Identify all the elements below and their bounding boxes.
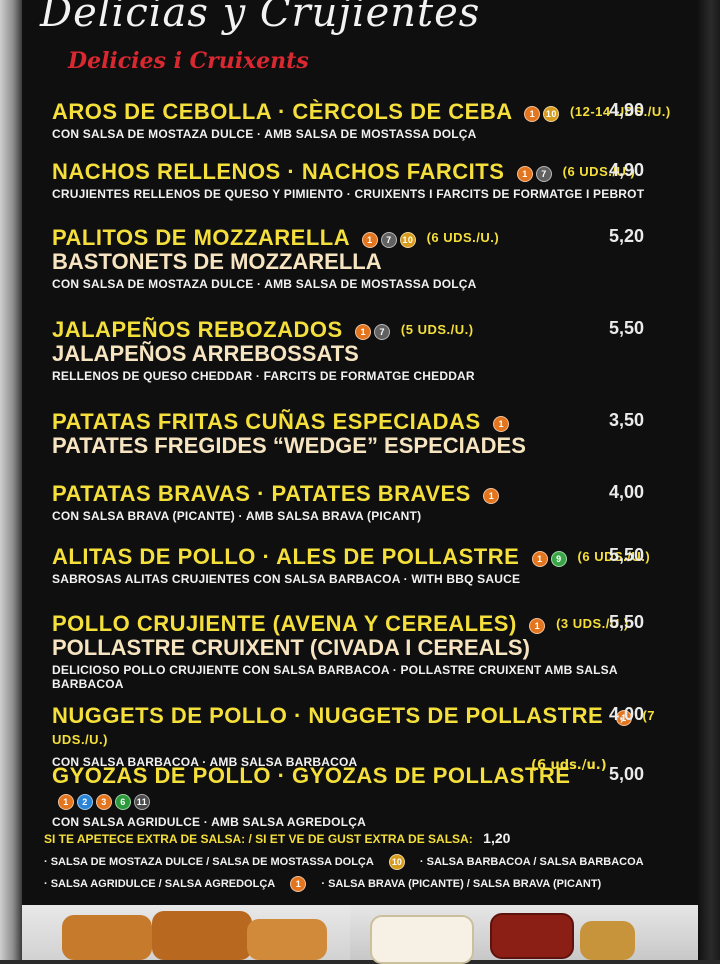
extra-sauce-prompt: SI TE APETECE EXTRA DE SALSA: / SI ET VE… [44,832,473,846]
item-qty: (6 uds./u.) [531,758,607,773]
allergen-badge: 1 [524,106,541,122]
item-description: RELLENOS DE QUESO CHEDDAR · FARCITS DE F… [52,369,475,383]
allergen-badges: 1 9 [531,551,567,567]
menu-item-palitos: PALITOS DE MOZZARELLA 1 7 10 (6 uds./u.)… [52,225,672,292]
item-description: CON SALSA BRAVA (PICANTE) · AMB SALSA BR… [52,509,422,523]
extra-sauce-row: · SALSA DE MOSTAZA DULCE / SALSA DE MOST… [44,854,664,870]
extra-sauce-row: · SALSA AGRIDULCE / SALSA AGREDOLÇA 1 · … [44,876,664,892]
allergen-badge: 1 [531,551,548,567]
allergen-badge: 10 [399,232,416,248]
item-price: 5,50 [608,545,644,565]
item-price: 4,90 [608,160,644,180]
item-title: PATATAS BRAVAS · PATATES BRAVES 1 [52,482,672,506]
allergen-badge: 3 [96,794,112,810]
allergen-badge: 10 [388,854,405,870]
menu-item-aros: ARos DE CEBOLLA · CÈRCOLS DE CEBA 1 10 (… [52,99,672,142]
menu-item-patatas-bravas: PATATAS BRAVAS · PATATES BRAVES 1 CON SA… [52,482,672,524]
item-price: 3,50 [608,410,644,430]
item-subtitle: PATATES FREGIDES “WEDGE” ESPECIADES [52,433,526,458]
menu-item-jalapenos: JALAPEÑOS REBOZADOS 1 7 (5 uds./u.) JALA… [52,317,672,384]
item-price: 4,90 [608,100,644,120]
menu-item-patatas-cunas: PATATAS FRITAS CUÑAS ESPECIADAS 1 PATATE… [52,410,672,458]
extra-sauce-option: · SALSA DE MOSTAZA DULCE / SALSA DE MOST… [44,856,374,868]
item-title: NACHOS RELLENOS · NACHOS FARCITS 1 7 (6 … [52,159,636,184]
allergen-badges: 1 7 10 [361,232,416,248]
allergen-badge: 1 [290,876,307,892]
menu-item-pollo-crujiente: POLLO CRUJIENTE (AVENA Y CEREALES) 1 (3 … [52,611,672,692]
allergen-badges: 1 7 [355,324,391,340]
allergen-badges: 1 [483,488,500,504]
fried-food-shape [62,915,152,960]
item-qty: (5 uds./u.) [400,322,474,337]
allergen-badge: 1 [355,324,372,340]
sauce-bowl-shape [490,913,574,959]
item-description: CON SALSA DE MOSTAZA DULCE · AMB SALSA D… [52,277,477,291]
item-description: CON SALSA AGRIDULCE · AMB SALSA AGREDOLÇ… [52,815,366,829]
extra-sauce-option: · SALSA BARBACOA / SALSA BARBACOA [419,856,644,868]
item-title: JALAPEÑOS REBOZADOS 1 7 (5 uds./u.) [52,317,474,342]
allergen-badges: 1 [493,416,510,432]
item-title: NUGGETS DE POLLO · NUGGETS DE POLLASTRE … [52,703,656,748]
menu-title: Delicias y Crujientes [40,0,481,36]
menu-right-edge [698,0,720,960]
allergen-badge: 1 [493,416,510,432]
allergen-badge: 11 [134,794,150,810]
allergen-badge: 7 [374,324,391,340]
allergen-badge: 1 [483,488,500,504]
menu-subtitle: Delicies i Cruixents [68,48,309,74]
allergen-badges: 1 10 [524,106,560,122]
item-description: CRUJIENTES RELLENOS DE QUESO Y PIMIENTO … [52,187,645,201]
allergen-badge: 9 [550,551,567,567]
item-description: CON SALSA DE MOSTAZA DULCE · AMB SALSA D… [52,127,477,141]
allergen-badges: 1 7 [517,166,552,182]
allergen-badge: 10 [543,106,560,122]
fried-food-shape [247,919,327,960]
allergen-badges: 1 2 3 6 11 [58,794,150,810]
item-description: SABROSAS ALITAS CRUJIENTES CON SALSA BAR… [52,572,521,586]
item-title: PATATAS FRITAS CUÑAS ESPECIADAS 1 [52,410,672,434]
menu-left-edge [0,0,22,960]
extra-sauce-option: · SALSA AGRIDULCE / SALSA AGREDOLÇA [44,878,276,890]
item-price: 5,50 [608,612,644,632]
extra-sauce-option: · SALSA BRAVA (PICANTE) / SALSA BRAVA (P… [321,878,602,890]
allergen-badge: 7 [380,232,397,248]
item-qty: (6 uds./u.) [426,230,500,245]
fried-food-shape [152,911,252,960]
food-shape [580,921,635,960]
food-photo-left [22,905,350,960]
menu-item-gyozas: GYOZAS DE POLLO · GYOZAS DE POLLASTRE 1 … [52,758,672,829]
item-title: ALITAS DE POLLO · ALES DE POLLASTRE 1 9 … [52,544,651,569]
item-price: 4,00 [608,704,644,724]
item-title: PALITOS DE MOZZARELLA 1 7 10 (6 uds./u.) [52,225,500,250]
sauce-bowl-shape [370,915,474,964]
item-price: 5,50 [608,318,644,338]
item-title: POLLO CRUJIENTE (AVENA Y CEREALES) 1 (3 … [52,611,629,636]
extra-sauce-section: SI TE APETECE EXTRA DE SALSA: / SI ET VE… [44,830,664,892]
item-price: 5,00 [608,764,644,784]
allergen-badges: 1 [529,618,546,634]
menu-item-nachos: NACHOS RELLENOS · NACHOS FARCITS 1 7 (6 … [52,159,672,202]
allergen-badge: 1 [58,794,74,810]
allergen-badge: 7 [536,166,552,182]
allergen-badge: 2 [77,794,93,810]
item-subtitle: JALAPEÑOS ARREBOSSATS [52,341,359,366]
item-subtitle: BASTONETS DE MOZZARELLA [52,249,382,274]
extra-sauce-price: 1,20 [483,830,511,846]
menu-item-alitas: ALITAS DE POLLO · ALES DE POLLASTRE 1 9 … [52,544,672,587]
item-title: ARos DE CEBOLLA · CÈRCOLS DE CEBA 1 10 (… [52,99,671,124]
item-price: 4,00 [608,482,644,502]
food-photo-right [350,905,698,964]
allergen-badge: 1 [517,166,533,182]
item-subtitle: POLLASTRE CRUIXENT (CIVADA I CEREALS) [52,635,530,660]
item-description: DELICIOSO POLLO CRUJIENTE CON SALSA BARB… [52,663,618,691]
allergen-badge: 6 [115,794,131,810]
allergen-badge: 1 [361,232,378,248]
item-price: 5,20 [608,226,644,246]
allergen-badge: 1 [529,618,546,634]
